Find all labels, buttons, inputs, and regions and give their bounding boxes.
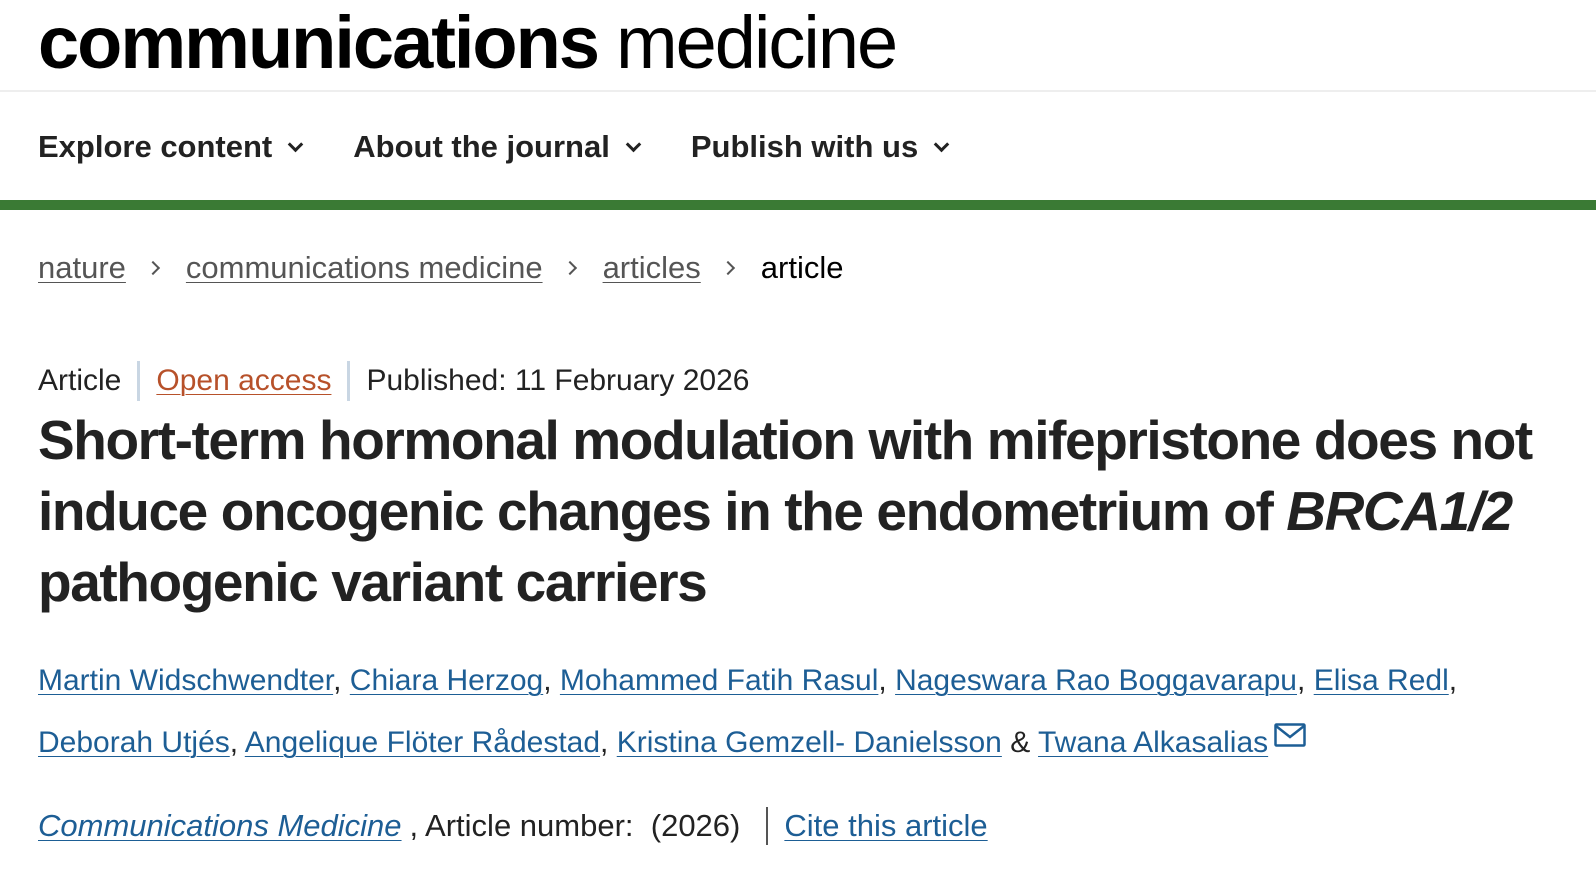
author-link[interactable]: Deborah Utjés bbox=[38, 726, 230, 759]
breadcrumb-communications-medicine[interactable]: communications medicine bbox=[186, 250, 543, 286]
journal-logo[interactable]: communications medicine bbox=[38, 6, 898, 80]
author-link[interactable]: Elisa Redl bbox=[1314, 664, 1449, 697]
logo-bold-text: communications bbox=[38, 1, 600, 84]
breadcrumb-nature[interactable]: nature bbox=[38, 250, 126, 286]
chevron-down-icon bbox=[287, 136, 304, 152]
author-separator: , bbox=[1448, 664, 1458, 697]
accent-divider bbox=[0, 200, 1596, 210]
cite-this-article-link[interactable]: Cite this article bbox=[784, 808, 987, 844]
author-link[interactable]: Martin Widschwendter bbox=[38, 664, 333, 697]
chevron-right-icon bbox=[562, 260, 577, 276]
article-type: Article bbox=[38, 364, 122, 397]
logo-light-text: medicine bbox=[616, 1, 898, 84]
title-gene-italic: BRCA1/2 bbox=[1286, 480, 1513, 542]
author-separator: , bbox=[878, 664, 887, 697]
author-link[interactable]: Angelique Flöter Rådestad bbox=[245, 726, 600, 759]
breadcrumb-current: article bbox=[760, 250, 844, 285]
author-separator: , bbox=[229, 726, 239, 759]
author-separator: , bbox=[1297, 664, 1306, 697]
envelope-icon[interactable] bbox=[1274, 723, 1306, 747]
author-link[interactable]: Mohammed Fatih Rasul bbox=[560, 664, 878, 697]
article-title: Short-term hormonal modulation with mife… bbox=[38, 405, 1558, 618]
title-text-2: pathogenic variant carriers bbox=[38, 551, 708, 613]
article-meta: Article Open access Published: 11 Februa… bbox=[38, 361, 749, 401]
meta-divider bbox=[137, 361, 141, 401]
meta-divider bbox=[347, 361, 351, 401]
published-date: Published: 11 February 2026 bbox=[366, 364, 750, 397]
author-separator: , bbox=[543, 664, 552, 697]
citation-line: Communications Medicine , Article number… bbox=[38, 807, 988, 845]
open-access-link[interactable]: Open access bbox=[156, 364, 331, 398]
author-separator: , bbox=[333, 664, 342, 697]
nav-label: Publish with us bbox=[690, 129, 919, 164]
nav-explore-content[interactable]: Explore content bbox=[38, 129, 304, 165]
author-list: Martin Widschwendter, Chiara Herzog, Moh… bbox=[38, 650, 1558, 774]
chevron-right-icon bbox=[720, 260, 735, 276]
nav-label: About the journal bbox=[353, 129, 610, 164]
author-link[interactable]: Twana Alkasalias bbox=[1038, 726, 1268, 759]
author-joiner: & bbox=[1010, 726, 1031, 759]
journal-link[interactable]: Communications Medicine bbox=[38, 808, 402, 844]
author-separator: , bbox=[600, 726, 609, 759]
cite-divider bbox=[766, 807, 769, 845]
author-link[interactable]: Chiara Herzog bbox=[350, 664, 543, 697]
breadcrumb-articles[interactable]: articles bbox=[603, 250, 701, 286]
main-nav: Explore content About the journal Publis… bbox=[38, 129, 999, 165]
chevron-down-icon bbox=[933, 136, 950, 152]
site-header: communications medicine bbox=[0, 0, 1596, 92]
nav-publish-with-us[interactable]: Publish with us bbox=[690, 129, 950, 165]
nav-about-journal[interactable]: About the journal bbox=[353, 129, 642, 165]
author-link[interactable]: Kristina Gemzell- Danielsson bbox=[617, 726, 1002, 759]
article-number: , Article number: (2026) bbox=[409, 808, 741, 843]
nav-label: Explore content bbox=[38, 129, 273, 164]
chevron-down-icon bbox=[625, 136, 642, 152]
author-link[interactable]: Nageswara Rao Boggavarapu bbox=[895, 664, 1297, 697]
chevron-right-icon bbox=[145, 260, 160, 276]
breadcrumb: nature communications medicine articles … bbox=[38, 250, 843, 286]
